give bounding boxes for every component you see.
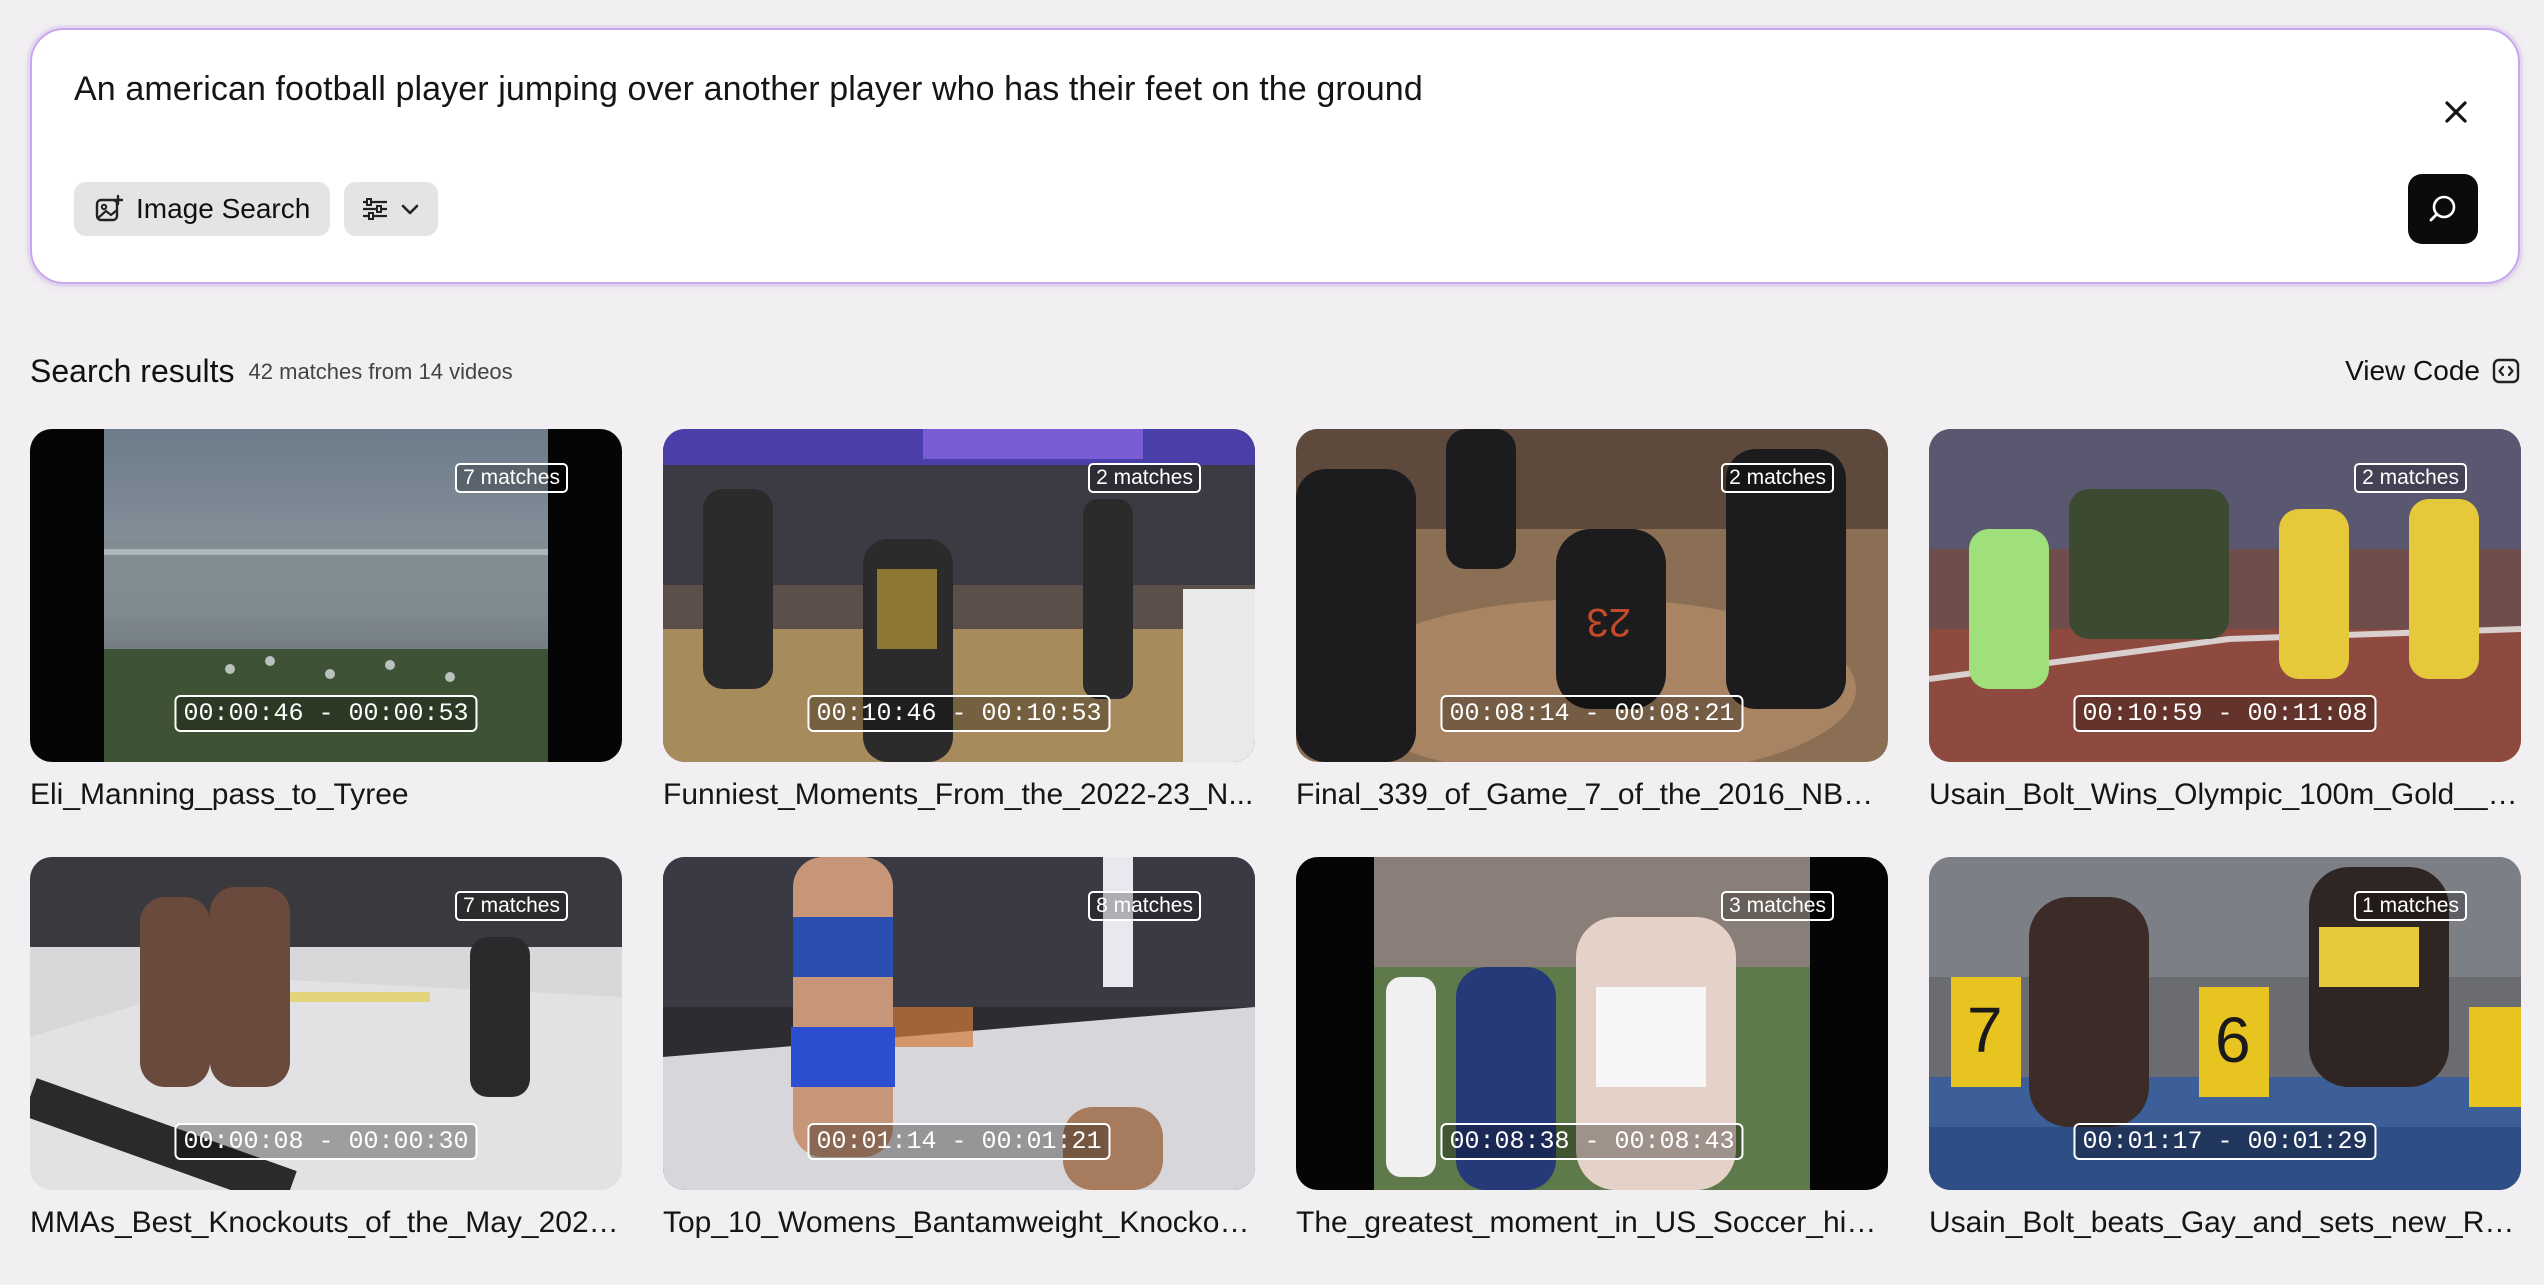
result-card[interactable]: 7 matches 00:00:46 - 00:00:53 Eli_Mannin… — [30, 429, 622, 857]
sliders-icon — [363, 198, 388, 220]
match-count-badge: 8 matches — [1088, 891, 1201, 921]
chevron-down-icon — [402, 204, 419, 215]
video-thumbnail[interactable]: 3 matches 00:08:38 - 00:08:43 — [1296, 857, 1888, 1190]
timestamp-badge: 00:00:08 - 00:00:30 — [174, 1123, 478, 1160]
video-thumbnail[interactable]: 2 matches 00:10:46 - 00:10:53 — [663, 429, 1255, 762]
image-search-label: Image Search — [136, 193, 311, 224]
video-thumbnail[interactable]: 23 2 matches 00:08:14 - 00:08:21 — [1296, 429, 1888, 762]
video-thumbnail[interactable]: 2 matches 00:10:59 - 00:11:08 — [1929, 429, 2521, 762]
search-panel: An american football player jumping over… — [30, 28, 2520, 284]
timestamp-badge: 00:10:46 - 00:10:53 — [807, 695, 1111, 732]
video-title[interactable]: Usain_Bolt_Wins_Olympic_100m_Gold__Lo... — [1929, 778, 2521, 812]
match-count-badge: 2 matches — [1088, 463, 1201, 493]
result-card[interactable]: 7 6 1 matches 00:01:17 - 00:01:29 Usain_… — [1929, 857, 2521, 1285]
timestamp-badge: 00:00:46 - 00:00:53 — [174, 695, 478, 732]
timestamp-badge: 00:10:59 - 00:11:08 — [2073, 695, 2377, 732]
image-search-button[interactable]: Image Search — [74, 182, 331, 236]
timestamp-badge: 00:08:38 - 00:08:43 — [1440, 1123, 1744, 1160]
video-title[interactable]: MMAs_Best_Knockouts_of_the_May_2023_... — [30, 1206, 622, 1240]
timestamp-badge: 00:08:14 - 00:08:21 — [1440, 695, 1744, 732]
view-code-label: View Code — [2345, 355, 2480, 386]
image-plus-icon — [95, 194, 124, 222]
results-header: Search results 42 matches from 14 videos… — [30, 346, 2520, 396]
results-grid: 7 matches 00:00:46 - 00:00:53 Eli_Mannin… — [30, 429, 2521, 1285]
video-title[interactable]: Top_10_Womens_Bantamweight_Knockout... — [663, 1206, 1255, 1240]
code-icon — [2492, 358, 2520, 384]
video-title[interactable]: Funniest_Moments_From_the_2022-23_N... — [663, 778, 1255, 812]
match-count-badge: 2 matches — [1721, 463, 1834, 493]
svg-text:23: 23 — [1587, 600, 1632, 644]
svg-text:7: 7 — [1967, 994, 2003, 1066]
video-title[interactable]: The_greatest_moment_in_US_Soccer_histor.… — [1296, 1206, 1888, 1240]
match-count-badge: 7 matches — [455, 463, 568, 493]
result-card[interactable]: 3 matches 00:08:38 - 00:08:43 The_greate… — [1296, 857, 1888, 1285]
search-options-dropdown[interactable] — [344, 182, 439, 236]
close-icon — [2445, 101, 2467, 123]
video-thumbnail[interactable]: 7 matches 00:00:08 - 00:00:30 — [30, 857, 622, 1190]
svg-text:6: 6 — [2215, 1004, 2251, 1076]
result-card[interactable]: 7 matches 00:00:08 - 00:00:30 MMAs_Best_… — [30, 857, 622, 1285]
video-thumbnail[interactable]: 8 matches 00:01:14 - 00:01:21 — [663, 857, 1255, 1190]
submit-search-button[interactable] — [2408, 174, 2478, 244]
match-count-badge: 2 matches — [2354, 463, 2467, 493]
search-icon — [2429, 195, 2456, 222]
search-query-input[interactable]: An american football player jumping over… — [74, 70, 1423, 109]
result-card[interactable]: 2 matches 00:10:46 - 00:10:53 Funniest_M… — [663, 429, 1255, 857]
match-count-badge: 1 matches — [2354, 891, 2467, 921]
match-count-badge: 3 matches — [1721, 891, 1834, 921]
search-toolbar: Image Search — [74, 182, 439, 236]
clear-search-button[interactable] — [2436, 92, 2476, 132]
view-code-button[interactable]: View Code — [2345, 355, 2520, 387]
results-count: 42 matches from 14 videos — [248, 359, 513, 384]
result-card[interactable]: 8 matches 00:01:14 - 00:01:21 Top_10_Wom… — [663, 857, 1255, 1285]
result-card[interactable]: 2 matches 00:10:59 - 00:11:08 Usain_Bolt… — [1929, 429, 2521, 857]
video-thumbnail[interactable]: 7 6 1 matches 00:01:17 - 00:01:29 — [1929, 857, 2521, 1190]
results-title: Search results — [30, 352, 235, 389]
result-card[interactable]: 23 2 matches 00:08:14 - 00:08:21 Final_3… — [1296, 429, 1888, 857]
video-title[interactable]: Eli_Manning_pass_to_Tyree — [30, 778, 622, 812]
match-count-badge: 7 matches — [455, 891, 568, 921]
video-title[interactable]: Usain_Bolt_beats_Gay_and_sets_new_Reco..… — [1929, 1206, 2521, 1240]
video-thumbnail[interactable]: 7 matches 00:00:46 - 00:00:53 — [30, 429, 622, 762]
timestamp-badge: 00:01:17 - 00:01:29 — [2073, 1123, 2377, 1160]
timestamp-badge: 00:01:14 - 00:01:21 — [807, 1123, 1111, 1160]
video-title[interactable]: Final_339_of_Game_7_of_the_2016_NBA_Fin.… — [1296, 778, 1888, 812]
